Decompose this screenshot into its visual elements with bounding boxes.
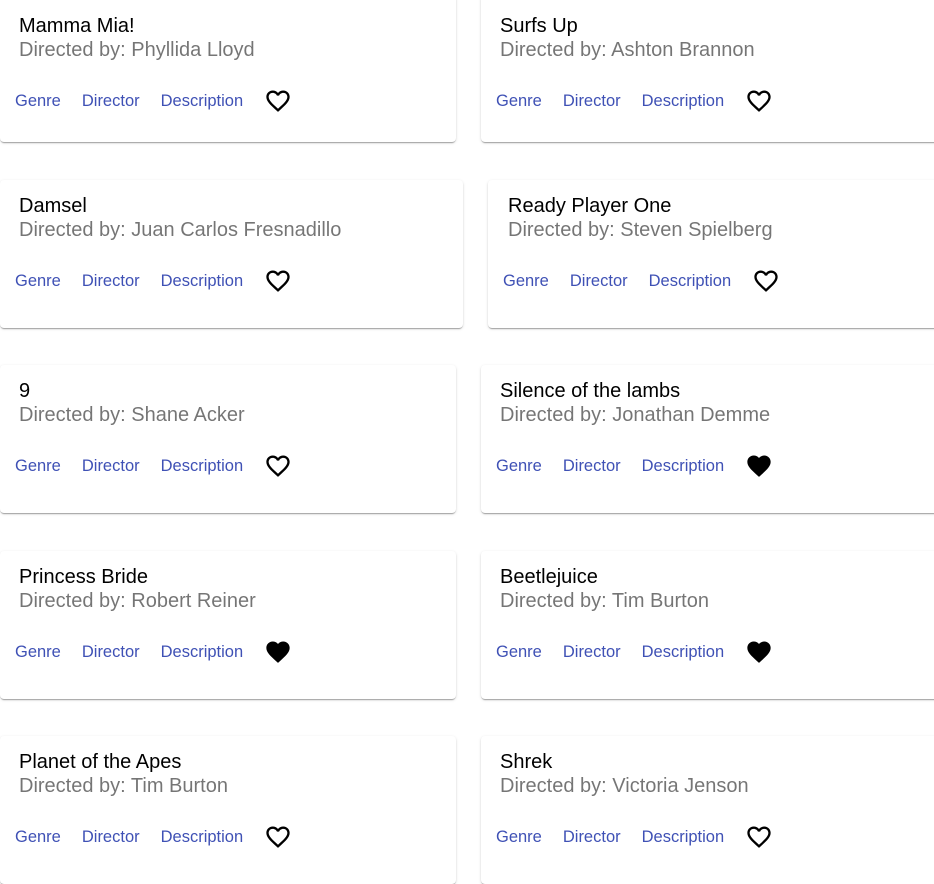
movie-title: 9 bbox=[19, 380, 31, 402]
heart-outline-icon bbox=[264, 452, 292, 480]
heart-outline-icon bbox=[752, 267, 780, 295]
genre-button[interactable]: Genre bbox=[489, 448, 549, 484]
heart-outline-icon bbox=[264, 87, 292, 115]
genre-button[interactable]: Genre bbox=[496, 263, 556, 299]
movie-title: Damsel bbox=[19, 195, 87, 217]
movie-card: Shrek Directed by: Victoria Jenson Genre… bbox=[481, 736, 934, 884]
movie-director: Directed by: Tim Burton bbox=[500, 590, 709, 612]
director-button[interactable]: Director bbox=[75, 819, 147, 855]
movie-card: Ready Player One Directed by: Steven Spi… bbox=[488, 180, 934, 328]
director-button[interactable]: Director bbox=[556, 83, 628, 119]
description-button[interactable]: Description bbox=[154, 263, 251, 299]
card-actions: Genre Director Description bbox=[8, 262, 298, 300]
movie-director: Directed by: Jonathan Demme bbox=[500, 404, 771, 426]
heart-filled-icon bbox=[264, 638, 292, 666]
favorite-button[interactable] bbox=[739, 817, 779, 857]
heart-filled-icon bbox=[745, 638, 773, 666]
movie-card: Surfs Up Directed by: Ashton Brannon Gen… bbox=[481, 0, 934, 142]
movie-title: Shrek bbox=[500, 751, 553, 773]
genre-button[interactable]: Genre bbox=[489, 634, 549, 670]
movie-card: Princess Bride Directed by: Robert Reine… bbox=[0, 551, 456, 699]
favorite-button[interactable] bbox=[258, 632, 298, 672]
movie-director: Directed by: Juan Carlos Fresnadillo bbox=[19, 219, 342, 241]
movie-card: Silence of the lambs Directed by: Jonath… bbox=[481, 365, 934, 513]
genre-button[interactable]: Genre bbox=[8, 83, 68, 119]
card-actions: Genre Director Description bbox=[489, 82, 779, 120]
card-actions: Genre Director Description bbox=[8, 82, 298, 120]
genre-button[interactable]: Genre bbox=[8, 819, 68, 855]
favorite-button[interactable] bbox=[739, 632, 779, 672]
favorite-button[interactable] bbox=[746, 261, 786, 301]
genre-button[interactable]: Genre bbox=[8, 448, 68, 484]
director-button[interactable]: Director bbox=[75, 634, 147, 670]
favorite-button[interactable] bbox=[739, 81, 779, 121]
heart-outline-icon bbox=[264, 267, 292, 295]
description-button[interactable]: Description bbox=[635, 448, 732, 484]
movie-director: Directed by: Victoria Jenson bbox=[500, 775, 749, 797]
card-actions: Genre Director Description bbox=[496, 262, 786, 300]
card-actions: Genre Director Description bbox=[8, 447, 298, 485]
director-button[interactable]: Director bbox=[563, 263, 635, 299]
card-actions: Genre Director Description bbox=[489, 633, 779, 671]
heart-outline-icon bbox=[264, 823, 292, 851]
heart-outline-icon bbox=[745, 823, 773, 851]
movie-title: Mamma Mia! bbox=[19, 15, 135, 37]
description-button[interactable]: Description bbox=[154, 819, 251, 855]
favorite-button[interactable] bbox=[258, 817, 298, 857]
director-button[interactable]: Director bbox=[75, 263, 147, 299]
description-button[interactable]: Description bbox=[642, 263, 739, 299]
description-button[interactable]: Description bbox=[635, 819, 732, 855]
card-actions: Genre Director Description bbox=[8, 633, 298, 671]
movie-title: Surfs Up bbox=[500, 15, 578, 37]
movie-card: Beetlejuice Directed by: Tim Burton Genr… bbox=[481, 551, 934, 699]
movie-card: 9 Directed by: Shane Acker Genre Directo… bbox=[0, 365, 456, 513]
heart-filled-icon bbox=[745, 452, 773, 480]
director-button[interactable]: Director bbox=[556, 634, 628, 670]
director-button[interactable]: Director bbox=[75, 448, 147, 484]
movie-title: Planet of the Apes bbox=[19, 751, 182, 773]
card-actions: Genre Director Description bbox=[8, 818, 298, 856]
movie-card: Damsel Directed by: Juan Carlos Fresnadi… bbox=[0, 180, 463, 328]
genre-button[interactable]: Genre bbox=[8, 634, 68, 670]
movie-director: Directed by: Robert Reiner bbox=[19, 590, 256, 612]
genre-button[interactable]: Genre bbox=[489, 819, 549, 855]
favorite-button[interactable] bbox=[258, 261, 298, 301]
favorite-button[interactable] bbox=[258, 446, 298, 486]
movie-card: Planet of the Apes Directed by: Tim Burt… bbox=[0, 736, 456, 884]
genre-button[interactable]: Genre bbox=[8, 263, 68, 299]
movie-title: Beetlejuice bbox=[500, 566, 598, 588]
favorite-button[interactable] bbox=[739, 446, 779, 486]
genre-button[interactable]: Genre bbox=[489, 83, 549, 119]
description-button[interactable]: Description bbox=[154, 448, 251, 484]
movie-title: Silence of the lambs bbox=[500, 380, 681, 402]
movie-director: Directed by: Steven Spielberg bbox=[508, 219, 773, 241]
director-button[interactable]: Director bbox=[556, 448, 628, 484]
movie-title: Ready Player One bbox=[508, 195, 672, 217]
movie-director: Directed by: Phyllida Lloyd bbox=[19, 39, 255, 61]
movie-card: Mamma Mia! Directed by: Phyllida Lloyd G… bbox=[0, 0, 456, 142]
description-button[interactable]: Description bbox=[154, 83, 251, 119]
card-actions: Genre Director Description bbox=[489, 447, 779, 485]
director-button[interactable]: Director bbox=[556, 819, 628, 855]
description-button[interactable]: Description bbox=[635, 83, 732, 119]
movie-director: Directed by: Shane Acker bbox=[19, 404, 245, 426]
movie-title: Princess Bride bbox=[19, 566, 148, 588]
card-actions: Genre Director Description bbox=[489, 818, 779, 856]
favorite-button[interactable] bbox=[258, 81, 298, 121]
movie-director: Directed by: Tim Burton bbox=[19, 775, 228, 797]
description-button[interactable]: Description bbox=[635, 634, 732, 670]
movie-director: Directed by: Ashton Brannon bbox=[500, 39, 755, 61]
description-button[interactable]: Description bbox=[154, 634, 251, 670]
heart-outline-icon bbox=[745, 87, 773, 115]
director-button[interactable]: Director bbox=[75, 83, 147, 119]
